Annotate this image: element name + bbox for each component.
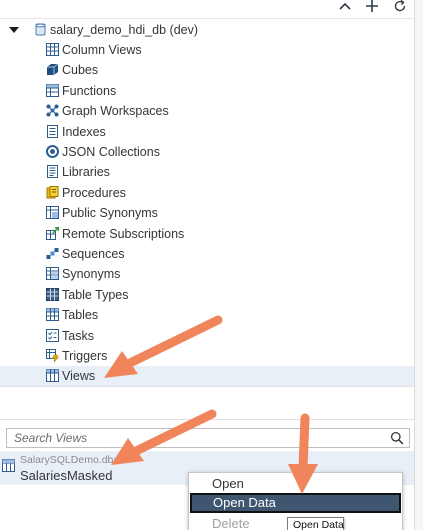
tree-item-label: Tasks xyxy=(62,328,94,343)
tree-root-label: salary_demo_hdi_db (dev) xyxy=(50,23,199,37)
tree-item-functions[interactable]: Functions xyxy=(0,81,414,101)
pane-divider xyxy=(0,419,414,420)
tree-item-tasks[interactable]: Tasks xyxy=(0,326,414,346)
tree-item-json-collections[interactable]: JSON Collections xyxy=(0,142,414,162)
menu-item-open-data[interactable]: Open Data xyxy=(190,493,401,513)
tree-item-procedures[interactable]: Procedures xyxy=(0,183,414,203)
tree-item-label: JSON Collections xyxy=(62,145,160,159)
graph-workspace-icon xyxy=(46,104,59,117)
tree-item-column-views[interactable]: Column Views xyxy=(0,40,414,60)
tree-item-label: Indexes xyxy=(62,124,106,139)
tree-item-label: Cubes xyxy=(62,63,99,78)
column-views-icon xyxy=(46,43,59,56)
tree-item-synonyms[interactable]: Synonyms xyxy=(0,264,414,284)
tree-item-label: Functions xyxy=(62,83,117,98)
tree-item-remote-subscriptions[interactable]: Remote Subscriptions xyxy=(0,224,414,244)
views-icon xyxy=(2,459,15,472)
functions-icon xyxy=(46,83,59,97)
tree-item-sequences[interactable]: Sequences xyxy=(0,244,414,264)
tree-item-label: Libraries xyxy=(62,165,110,180)
right-panel-edge xyxy=(414,0,423,530)
menu-item-open[interactable]: Open xyxy=(189,474,402,494)
tree-item-indexes[interactable]: Indexes xyxy=(0,122,414,142)
tree-item-label: Graph Workspaces xyxy=(62,104,169,119)
public-synonyms-icon xyxy=(46,206,59,220)
add-icon[interactable] xyxy=(363,0,381,15)
tree-item-label: Tables xyxy=(62,308,99,323)
views-icon xyxy=(46,369,59,383)
tree-item-label: Column Views xyxy=(62,43,142,57)
tree-item-triggers[interactable]: Triggers xyxy=(0,346,414,366)
result-schema-label: SalarySQLDemo.db:: xyxy=(20,454,120,466)
database-icon xyxy=(34,23,47,36)
tasks-icon xyxy=(46,328,59,342)
tree-item-libraries[interactable]: Libraries xyxy=(0,162,414,182)
tree-item-label: Views xyxy=(62,369,96,384)
tree-item-tables[interactable]: Tables xyxy=(0,305,414,325)
procedures-icon xyxy=(46,185,59,199)
pane-divider xyxy=(0,386,414,387)
search-views-box[interactable] xyxy=(6,428,410,448)
tree-item-label: Triggers xyxy=(62,349,108,363)
triggers-icon xyxy=(46,349,59,362)
libraries-icon xyxy=(46,165,59,179)
tree-item-label: Procedures xyxy=(62,185,126,200)
tree-item-label: Public Synonyms xyxy=(62,206,158,221)
tree-item-graph-workspaces[interactable]: Graph Workspaces xyxy=(0,101,414,121)
tree-item-label: Synonyms xyxy=(62,267,121,282)
tree-item-views[interactable]: Views xyxy=(0,366,414,387)
tree-root-db[interactable]: salary_demo_hdi_db (dev) xyxy=(0,20,414,40)
database-explorer-tree: salary_demo_hdi_db (dev) Column Views Cub… xyxy=(0,20,414,387)
result-view-name: SalariesMasked xyxy=(20,468,113,483)
remote-subscriptions-icon xyxy=(46,226,59,240)
explorer-toolbar xyxy=(0,0,414,19)
expand-arrow-icon[interactable] xyxy=(9,27,19,33)
json-collections-icon xyxy=(46,145,59,158)
tree-item-public-synonyms[interactable]: Public Synonyms xyxy=(0,203,414,223)
tree-item-label: Remote Subscriptions xyxy=(62,226,185,241)
tree-item-cubes[interactable]: Cubes xyxy=(0,60,414,80)
table-types-icon xyxy=(46,287,59,301)
tables-icon xyxy=(46,308,59,322)
cube-icon xyxy=(46,63,59,76)
tree-item-label: Sequences xyxy=(62,247,125,261)
tooltip: Open Data xyxy=(287,517,344,530)
search-icon[interactable] xyxy=(390,431,404,445)
tree-item-label: Table Types xyxy=(62,287,129,302)
collapse-icon[interactable] xyxy=(336,0,354,15)
synonyms-icon xyxy=(46,267,59,281)
tree-item-table-types[interactable]: Table Types xyxy=(0,285,414,305)
indexes-icon xyxy=(46,124,59,138)
refresh-icon[interactable] xyxy=(391,0,409,15)
sequences-icon xyxy=(46,247,59,260)
search-views-input[interactable] xyxy=(7,429,377,447)
